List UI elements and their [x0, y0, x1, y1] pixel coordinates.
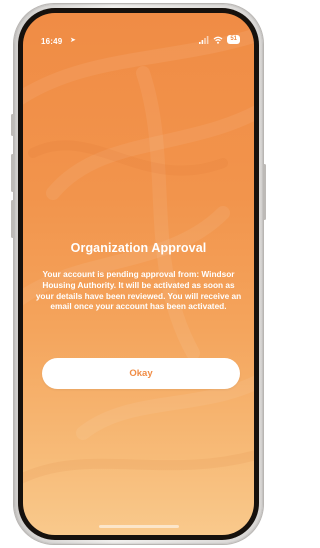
phone-bezel: 16:49 ➤ 51 Organization Approval Your ac… — [18, 8, 259, 540]
status-time: 16:49 — [41, 37, 63, 46]
status-indicators: 51 — [199, 35, 240, 44]
phone-frame: 16:49 ➤ 51 Organization Approval Your ac… — [11, 4, 266, 544]
location-arrow-icon: ➤ — [70, 37, 76, 44]
app-screen: 16:49 ➤ 51 Organization Approval Your ac… — [23, 13, 254, 535]
phone-side-button — [11, 114, 14, 136]
dialog-title: Organization Approval — [70, 241, 207, 255]
wifi-icon — [213, 36, 223, 44]
phone-volume-down-button — [11, 200, 14, 238]
phone-volume-up-button — [11, 154, 14, 192]
approval-dialog: Organization Approval Your account is pe… — [23, 241, 254, 312]
battery-icon: 51 — [227, 35, 240, 44]
dialog-message: Your account is pending approval from: W… — [35, 269, 242, 312]
okay-button[interactable]: Okay — [42, 358, 240, 389]
home-indicator — [98, 525, 179, 528]
status-bar: 16:49 ➤ 51 — [23, 13, 254, 53]
phone-power-button — [263, 164, 266, 220]
signal-bars-icon — [199, 35, 209, 44]
